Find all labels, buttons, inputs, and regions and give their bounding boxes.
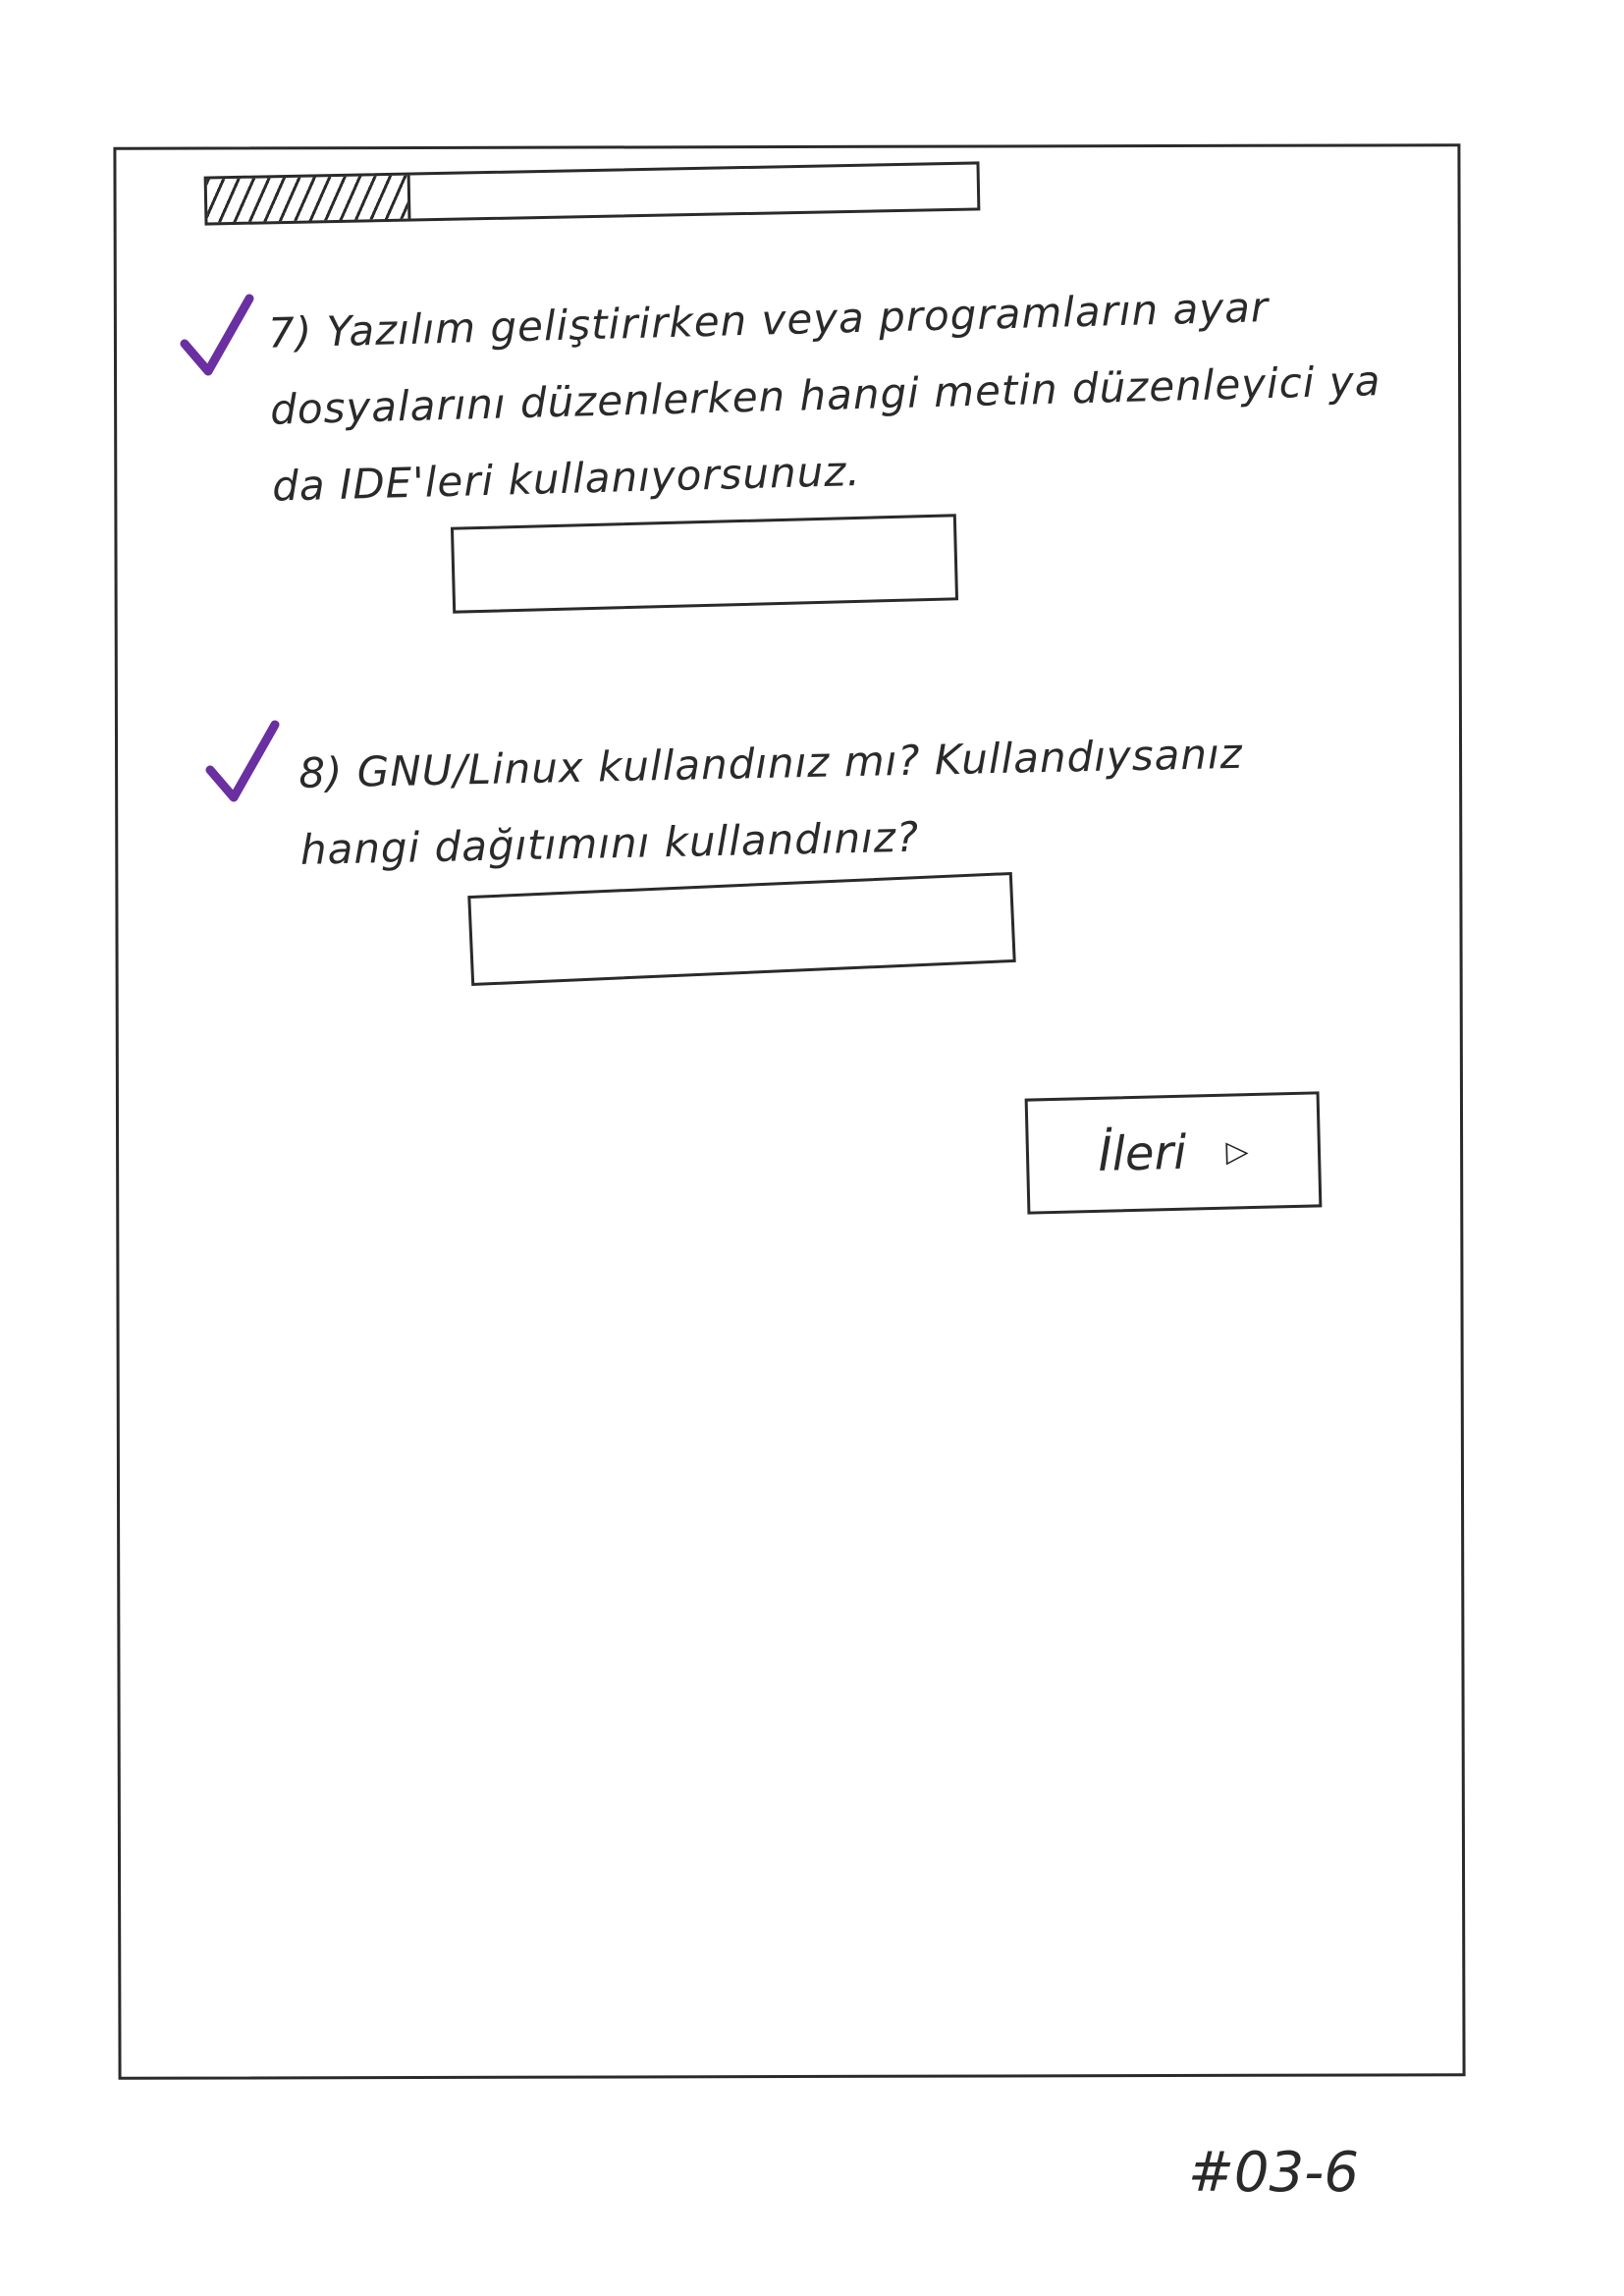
next-button[interactable]: İleri ▷ — [1024, 1091, 1323, 1215]
question-7-answer-field[interactable] — [450, 514, 959, 614]
checkmark-icon — [205, 720, 280, 802]
question-8-text: 8) GNU/Linux kullandınız mı? Kullandıysa… — [298, 729, 1244, 874]
progress-fill — [206, 175, 411, 223]
page-code: #03-6 — [1188, 2141, 1360, 2205]
checkmark-icon — [180, 294, 254, 376]
question-7-text: 7) Yazılım geliştirirken veya programlar… — [267, 283, 1381, 511]
next-button-label: İleri — [1097, 1124, 1188, 1182]
arrow-right-icon: ▷ — [1225, 1133, 1249, 1170]
